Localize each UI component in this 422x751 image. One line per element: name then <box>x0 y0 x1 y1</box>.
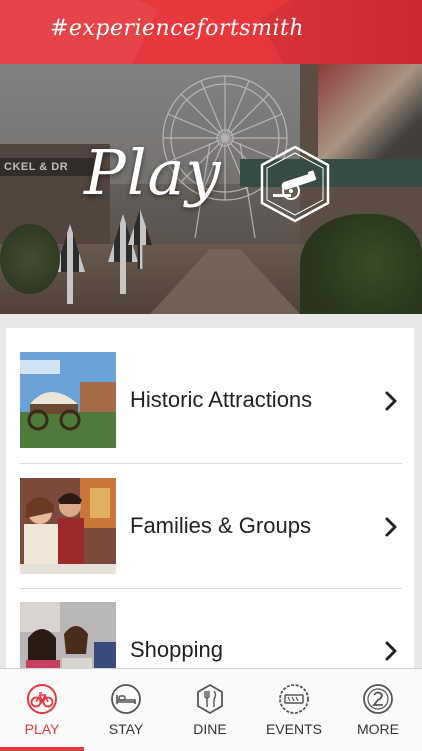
bed-icon <box>111 684 141 714</box>
tab-label: EVENTS <box>265 721 322 737</box>
family-group-photo <box>20 478 116 574</box>
bicycle-icon <box>27 684 57 714</box>
hero-banner: CKEL & DR Play <box>0 64 422 314</box>
tab-play[interactable]: PLAY <box>0 669 84 751</box>
list-item-label: Families & Groups <box>130 513 311 538</box>
category-list: Historic Attractions Families & Groups S… <box>6 328 414 688</box>
tab-events[interactable]: EVENTS <box>252 669 336 751</box>
list-item-families-groups[interactable]: Families & Groups <box>6 454 414 578</box>
chevron-right-icon <box>385 517 397 537</box>
tab-label: DINE <box>193 721 227 737</box>
hero-title: Play <box>84 136 222 209</box>
list-item-label: Historic Attractions <box>130 387 313 412</box>
list-item-label: Shopping <box>130 637 223 662</box>
tab-label: PLAY <box>24 721 60 737</box>
chevron-right-icon <box>385 391 397 411</box>
tab-bar: PLAY STAY DINE EVENTS MORE <box>0 668 422 751</box>
chevron-right-icon <box>385 641 397 661</box>
tab-more[interactable]: MORE <box>336 669 420 751</box>
more-icon <box>363 684 393 714</box>
tab-stay[interactable]: STAY <box>84 669 168 751</box>
tab-label: MORE <box>357 721 399 737</box>
fork-knife-icon <box>197 683 223 715</box>
tab-dine[interactable]: DINE <box>168 669 252 751</box>
list-item-historic-attractions[interactable]: Historic Attractions <box>6 328 414 452</box>
covered-wagon-photo <box>20 352 116 448</box>
active-tab-indicator <box>0 747 84 751</box>
hashtag-title: #experiencefortsmith <box>50 16 304 41</box>
app-header: #experiencefortsmith <box>0 0 422 64</box>
tab-label: STAY <box>108 721 144 737</box>
cannon-icon <box>260 145 330 223</box>
ticket-icon <box>279 684 309 714</box>
